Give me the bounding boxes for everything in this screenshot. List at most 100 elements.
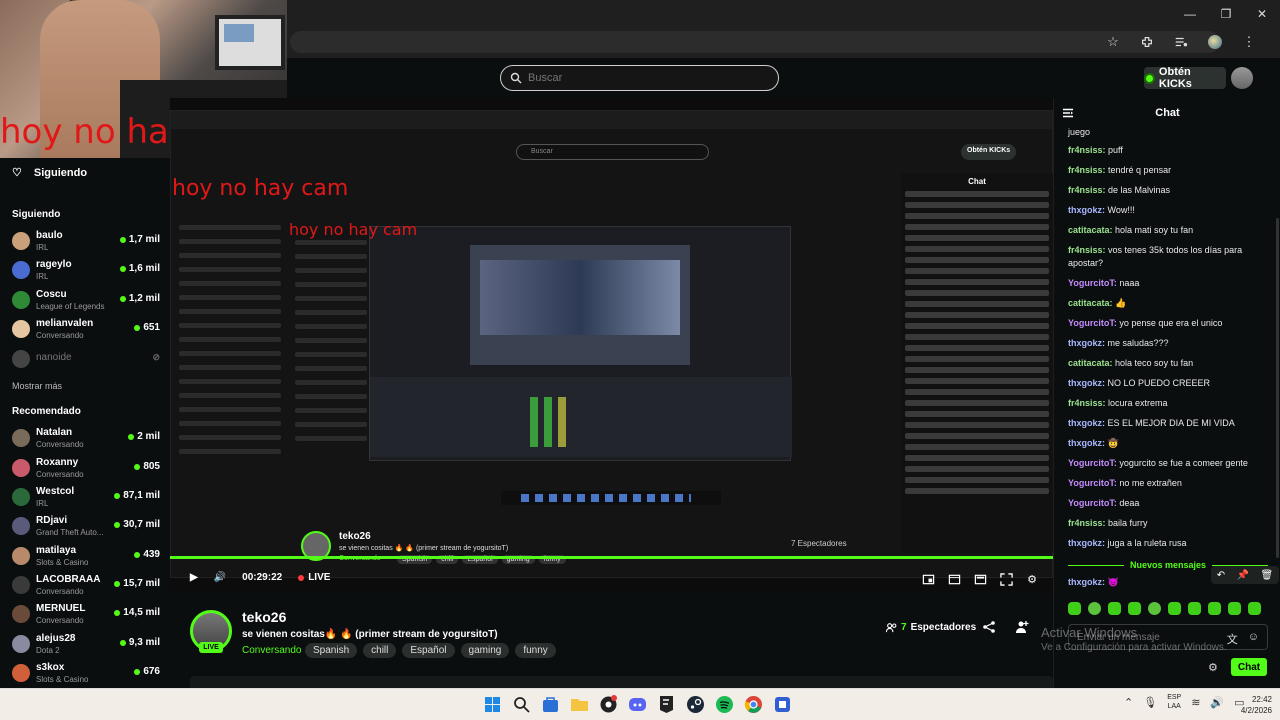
chat-username[interactable]: catitacata: [1068,225,1113,235]
extensions-icon[interactable] [1136,33,1158,51]
chat-username[interactable]: thxgokz: [1068,538,1105,548]
player-progress-bar[interactable] [170,556,1053,559]
chat-username[interactable]: YogurcitoT: [1068,478,1117,488]
generic-app-icon[interactable] [773,695,792,714]
theater-mode-icon[interactable] [947,572,961,586]
sidebar-channel-mernuel[interactable]: MERNUEL Conversando 14,5 mil [12,601,160,627]
chat-username[interactable]: thxgokz: [1068,418,1105,428]
sidebar-channel-roxanny[interactable]: Roxanny Conversando 805 [12,455,160,481]
wifi-icon[interactable]: ≋ [1191,696,1200,709]
language-indicator[interactable]: ESP LAA [1167,693,1181,711]
following-nav[interactable]: ♡ Siguiendo [12,166,87,180]
video-player[interactable]: Buscar Obtén KICKs Chat teko26 se vienen… [170,98,1053,593]
chat-username[interactable]: fr4nsiss: [1068,518,1106,528]
chat-username[interactable]: catitacata: [1068,358,1113,368]
sidebar-channel-alejus28[interactable]: alejus28 Dota 2 9,3 mil [12,631,160,657]
volume-tray-icon[interactable]: 🔊 [1210,696,1224,709]
pip-icon[interactable] [973,572,987,586]
chat-scrollbar[interactable] [1276,218,1279,558]
chat-username[interactable]: catitacata: [1068,298,1113,308]
search-input[interactable] [528,72,758,84]
stream-category[interactable]: Conversando [242,645,301,656]
chat-username[interactable]: YogurcitoT: [1068,318,1117,328]
emote-icon[interactable] [1228,602,1241,615]
chat-username[interactable]: fr4nsiss: [1068,145,1106,155]
chat-username[interactable]: thxgokz: [1068,438,1105,448]
tag-spanish[interactable]: Spanish [305,643,358,658]
sidebar-channel-rageylo[interactable]: rageylo IRL 1,6 mil [12,257,160,283]
chat-username[interactable]: fr4nsiss: [1068,398,1106,408]
epic-games-icon[interactable] [657,695,676,714]
tag-espanol[interactable]: Español [402,643,455,658]
chat-username[interactable]: YogurcitoT: [1068,498,1117,508]
chat-username[interactable]: fr4nsiss: [1068,165,1106,175]
sidebar-channel-matilaya[interactable]: matilaya Slots & Casino 439 [12,543,160,569]
minimize-button[interactable]: — [1172,0,1208,28]
chat-username[interactable]: thxgokz: [1068,577,1105,587]
chat-username[interactable]: YogurcitoT: [1068,458,1117,468]
windows-start-icon[interactable] [483,695,502,714]
taskbar-clock[interactable]: 22:42 4/2/2026 [1232,694,1272,716]
chrome-icon[interactable] [744,695,763,714]
search-box[interactable] [500,65,779,91]
maximize-button[interactable]: ❐ [1208,0,1244,28]
obs-icon[interactable] [599,695,618,714]
emote-icon[interactable] [1248,602,1261,615]
chat-username[interactable]: fr4nsiss: [1068,185,1106,195]
tag-funny[interactable]: funny [515,643,556,658]
get-kicks-button[interactable]: Obtén KICKs [1144,66,1226,90]
chat-settings-icon[interactable]: ⚙ [1208,661,1220,674]
chat-username[interactable]: fr4nsiss: [1068,245,1106,255]
sidebar-channel-baulo[interactable]: baulo IRL 1,7 mil [12,228,160,254]
user-avatar[interactable] [1231,67,1253,89]
store-icon[interactable] [541,695,560,714]
tag-chill[interactable]: chill [363,643,397,658]
sidebar-channel-coscu[interactable]: Coscu League of Legends 1,2 mil [12,287,160,313]
fullscreen-icon[interactable] [999,572,1013,586]
sidebar-channel-lacobraaa[interactable]: LACOBRAAA Conversando 15,7 mil [12,572,160,598]
discord-icon[interactable] [628,695,647,714]
tray-chevron-icon[interactable]: ⌃ [1124,696,1133,709]
spotify-icon[interactable] [715,695,734,714]
chat-username[interactable]: YogurcitoT: [1068,278,1117,288]
emote-icon[interactable] [1068,602,1081,615]
address-bar[interactable] [290,31,1220,53]
chat-send-button[interactable]: Chat [1231,658,1267,676]
emote-icon[interactable] [1208,602,1221,615]
emoji-icon[interactable]: ☺ [1248,631,1259,647]
bookmark-star-icon[interactable]: ☆ [1102,33,1124,51]
sidebar-channel-westcol[interactable]: Westcol IRL 87,1 mil [12,484,160,510]
volume-icon[interactable]: 🔊 [214,572,226,583]
share-icon[interactable] [982,620,996,634]
emote-icon[interactable] [1088,602,1101,615]
follow-user-icon[interactable] [1015,620,1029,634]
browser-menu-icon[interactable]: ⋮ [1238,33,1260,51]
translate-icon[interactable]: 文 [1227,631,1238,647]
chat-username[interactable]: thxgokz: [1068,205,1105,215]
profile-icon[interactable] [1204,33,1226,51]
emote-icon[interactable] [1108,602,1121,615]
emote-icon[interactable] [1128,602,1141,615]
sidebar-channel-s3kox[interactable]: s3kox Slots & Casino 676 [12,660,160,686]
emote-icon[interactable] [1168,602,1181,615]
file-explorer-icon[interactable] [570,695,589,714]
clip-icon[interactable] [921,572,935,586]
chat-username[interactable]: thxgokz: [1068,338,1105,348]
tag-gaming[interactable]: gaming [460,643,510,658]
sidebar-channel-rdjavi[interactable]: RDjavi Grand Theft Auto... 30,7 mil [12,513,160,539]
steam-icon[interactable] [686,695,705,714]
emote-icon[interactable] [1188,602,1201,615]
microphone-icon[interactable]: 🎙 [1143,696,1157,709]
play-icon[interactable]: ▶ [190,572,198,583]
media-controls-icon[interactable] [1170,33,1192,51]
sidebar-channel-melianvalen[interactable]: melianvalen Conversando 651 [12,316,160,342]
settings-gear-icon[interactable]: ⚙ [1025,572,1039,586]
streamer-name[interactable]: teko26 [242,609,286,625]
sidebar-channel-nanoide[interactable]: nanoide ⊘ [12,346,160,372]
close-window-button[interactable]: ✕ [1244,0,1280,28]
show-more-link[interactable]: Mostrar más [12,381,62,391]
chat-username[interactable]: thxgokz: [1068,378,1105,388]
search-taskbar-icon[interactable] [512,695,531,714]
sidebar-channel-natalan[interactable]: Natalan Conversando 2 mil [12,425,160,451]
emote-icon[interactable] [1148,602,1161,615]
